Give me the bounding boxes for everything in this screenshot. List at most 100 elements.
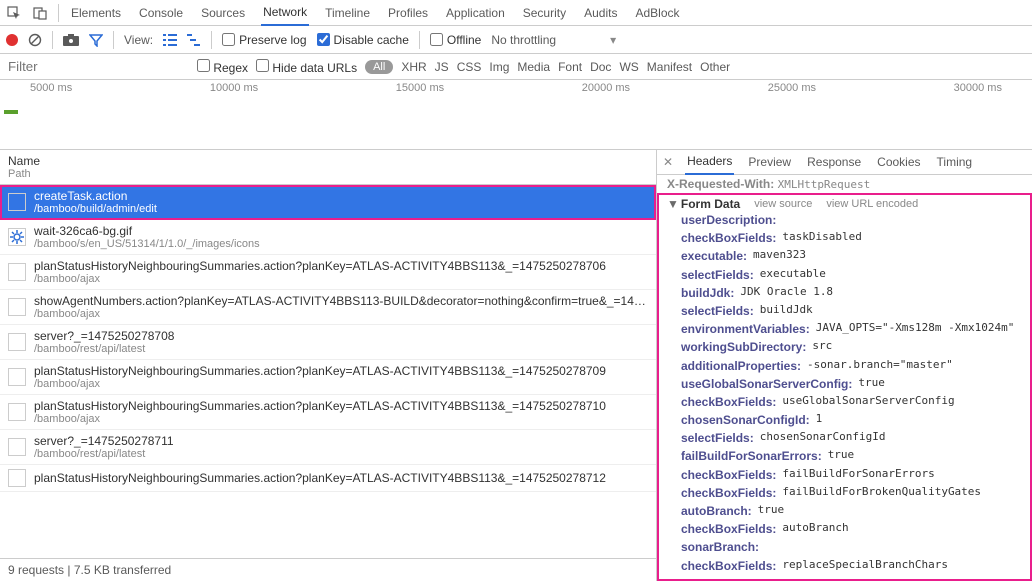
filter-media[interactable]: Media	[517, 60, 550, 74]
form-data-key: illegalBranchCharsReplacement:	[681, 576, 869, 581]
details-tab-response[interactable]: Response	[805, 150, 863, 175]
request-list[interactable]: createTask.action/bamboo/build/admin/edi…	[0, 185, 656, 558]
truncated-header-row: X-Requested-With: XMLHttpRequest	[657, 175, 1032, 193]
tab-profiles[interactable]: Profiles	[386, 0, 430, 26]
request-list-footer: 9 requests | 7.5 KB transferred	[0, 558, 656, 581]
form-data-row: chosenSonarConfigId:1	[667, 411, 1022, 429]
filter-img[interactable]: Img	[489, 60, 509, 74]
form-data-row: sonarBranch:	[667, 538, 1022, 556]
hide-data-urls-checkbox[interactable]: Hide data URLs	[256, 59, 357, 75]
form-data-key: workingSubDirectory:	[681, 339, 806, 355]
form-data-title[interactable]: ▼Form Data view source view URL encoded	[667, 197, 1022, 211]
timeline-tick: 25000 ms	[768, 82, 816, 94]
device-mode-icon[interactable]	[32, 5, 48, 21]
chevron-down-icon: ▾	[610, 33, 616, 47]
form-data-key: chosenSonarConfigId:	[681, 412, 810, 428]
form-data-key: executable:	[681, 248, 747, 264]
disable-cache-checkbox[interactable]: Disable cache	[317, 33, 409, 47]
filter-manifest[interactable]: Manifest	[647, 60, 692, 74]
tab-adblock[interactable]: AdBlock	[633, 0, 681, 26]
request-path: /bamboo/ajax	[34, 413, 606, 425]
form-data-value: -sonar.branch="master"	[807, 358, 953, 374]
panel-tabs: Elements Console Sources Network Timelin…	[69, 0, 682, 26]
filter-xhr[interactable]: XHR	[401, 60, 426, 74]
request-row[interactable]: server?_=1475250278708/bamboo/rest/api/l…	[0, 325, 656, 360]
request-path: /bamboo/rest/api/latest	[34, 448, 174, 460]
request-name: server?_=1475250278711	[34, 434, 174, 448]
column-path: Path	[8, 168, 648, 180]
preserve-log-checkbox[interactable]: Preserve log	[222, 33, 306, 47]
request-row[interactable]: createTask.action/bamboo/build/admin/edi…	[0, 185, 656, 220]
filter-all[interactable]: All	[365, 60, 393, 74]
form-data-key: checkBoxFields:	[681, 485, 776, 501]
form-data-row: buildJdk:JDK Oracle 1.8	[667, 284, 1022, 302]
filter-icon[interactable]	[89, 33, 103, 47]
clear-icon[interactable]	[28, 33, 42, 47]
file-icon	[8, 368, 26, 386]
filter-font[interactable]: Font	[558, 60, 582, 74]
request-row[interactable]: planStatusHistoryNeighbouringSummaries.a…	[0, 395, 656, 430]
view-source-link[interactable]: view source	[754, 198, 812, 210]
request-row[interactable]: showAgentNumbers.action?planKey=ATLAS-AC…	[0, 290, 656, 325]
details-tab-cookies[interactable]: Cookies	[875, 150, 922, 175]
large-rows-icon[interactable]	[163, 34, 177, 46]
tab-audits[interactable]: Audits	[582, 0, 619, 26]
waterfall-view-icon[interactable]	[187, 34, 201, 46]
form-data-key: useGlobalSonarServerConfig:	[681, 376, 852, 392]
form-data-key: checkBoxFields:	[681, 230, 776, 246]
tab-application[interactable]: Application	[444, 0, 507, 26]
header-value: XMLHttpRequest	[778, 178, 871, 191]
close-icon[interactable]: ✕	[663, 155, 673, 169]
network-timeline[interactable]: 5000 ms 10000 ms 15000 ms 20000 ms 25000…	[0, 80, 1032, 150]
form-data-key: checkBoxFields:	[681, 394, 776, 410]
filter-css[interactable]: CSS	[457, 60, 482, 74]
throttle-select[interactable]: No throttling ▾	[491, 33, 616, 47]
tab-sources[interactable]: Sources	[199, 0, 247, 26]
offline-checkbox[interactable]: Offline	[430, 33, 481, 47]
request-list-header[interactable]: Name Path	[0, 150, 656, 185]
form-data-row: selectFields:chosenSonarConfigId	[667, 429, 1022, 447]
filter-input[interactable]	[4, 57, 189, 76]
inspect-icon[interactable]	[6, 5, 22, 21]
filter-other[interactable]: Other	[700, 60, 730, 74]
form-data-row: executable:maven323	[667, 247, 1022, 265]
form-data-row: selectFields:buildJdk	[667, 302, 1022, 320]
request-row[interactable]: planStatusHistoryNeighbouringSummaries.a…	[0, 465, 656, 492]
tab-network[interactable]: Network	[261, 0, 309, 26]
capture-screenshot-icon[interactable]	[63, 34, 79, 46]
filter-js[interactable]: JS	[435, 60, 449, 74]
request-row[interactable]: planStatusHistoryNeighbouringSummaries.a…	[0, 255, 656, 290]
form-data-row: checkBoxFields:autoBranch	[667, 520, 1022, 538]
request-row[interactable]: server?_=1475250278711/bamboo/rest/api/l…	[0, 430, 656, 465]
filter-doc[interactable]: Doc	[590, 60, 611, 74]
record-button[interactable]	[6, 34, 18, 46]
form-data-value: src	[812, 339, 832, 355]
tab-console[interactable]: Console	[137, 0, 185, 26]
view-url-encoded-link[interactable]: view URL encoded	[826, 198, 918, 210]
form-data-section: ▼Form Data view source view URL encoded …	[657, 195, 1032, 581]
triangle-down-icon: ▼	[667, 197, 679, 211]
filter-ws[interactable]: WS	[619, 60, 638, 74]
form-data-value: JAVA_OPTS="-Xms128m -Xmx1024m"	[816, 321, 1015, 337]
request-row[interactable]: planStatusHistoryNeighbouringSummaries.a…	[0, 360, 656, 395]
tab-elements[interactable]: Elements	[69, 0, 123, 26]
form-data-value: true	[828, 448, 855, 464]
network-toolbar: View: Preserve log Disable cache Offline…	[0, 26, 1032, 54]
timeline-request-bar	[4, 110, 18, 114]
details-tabs: ✕ Headers Preview Response Cookies Timin…	[657, 150, 1032, 175]
form-data-key: sonarBranch:	[681, 539, 759, 555]
details-tab-timing[interactable]: Timing	[935, 150, 975, 175]
tab-timeline[interactable]: Timeline	[323, 0, 372, 26]
regex-checkbox[interactable]: Regex	[197, 59, 248, 75]
form-data-row: useGlobalSonarServerConfig:true	[667, 375, 1022, 393]
details-body[interactable]: ▼Form Data view source view URL encoded …	[657, 193, 1032, 581]
request-row[interactable]: wait-326ca6-bg.gif/bamboo/s/en_US/51314/…	[0, 220, 656, 255]
separator	[419, 31, 420, 49]
details-tab-preview[interactable]: Preview	[746, 150, 793, 175]
tab-security[interactable]: Security	[521, 0, 568, 26]
details-tab-headers[interactable]: Headers	[685, 150, 734, 175]
form-data-value: failBuildForSonarErrors	[782, 467, 934, 483]
separator	[58, 4, 59, 22]
gear-icon	[8, 228, 26, 246]
form-data-key: checkBoxFields:	[681, 521, 776, 537]
